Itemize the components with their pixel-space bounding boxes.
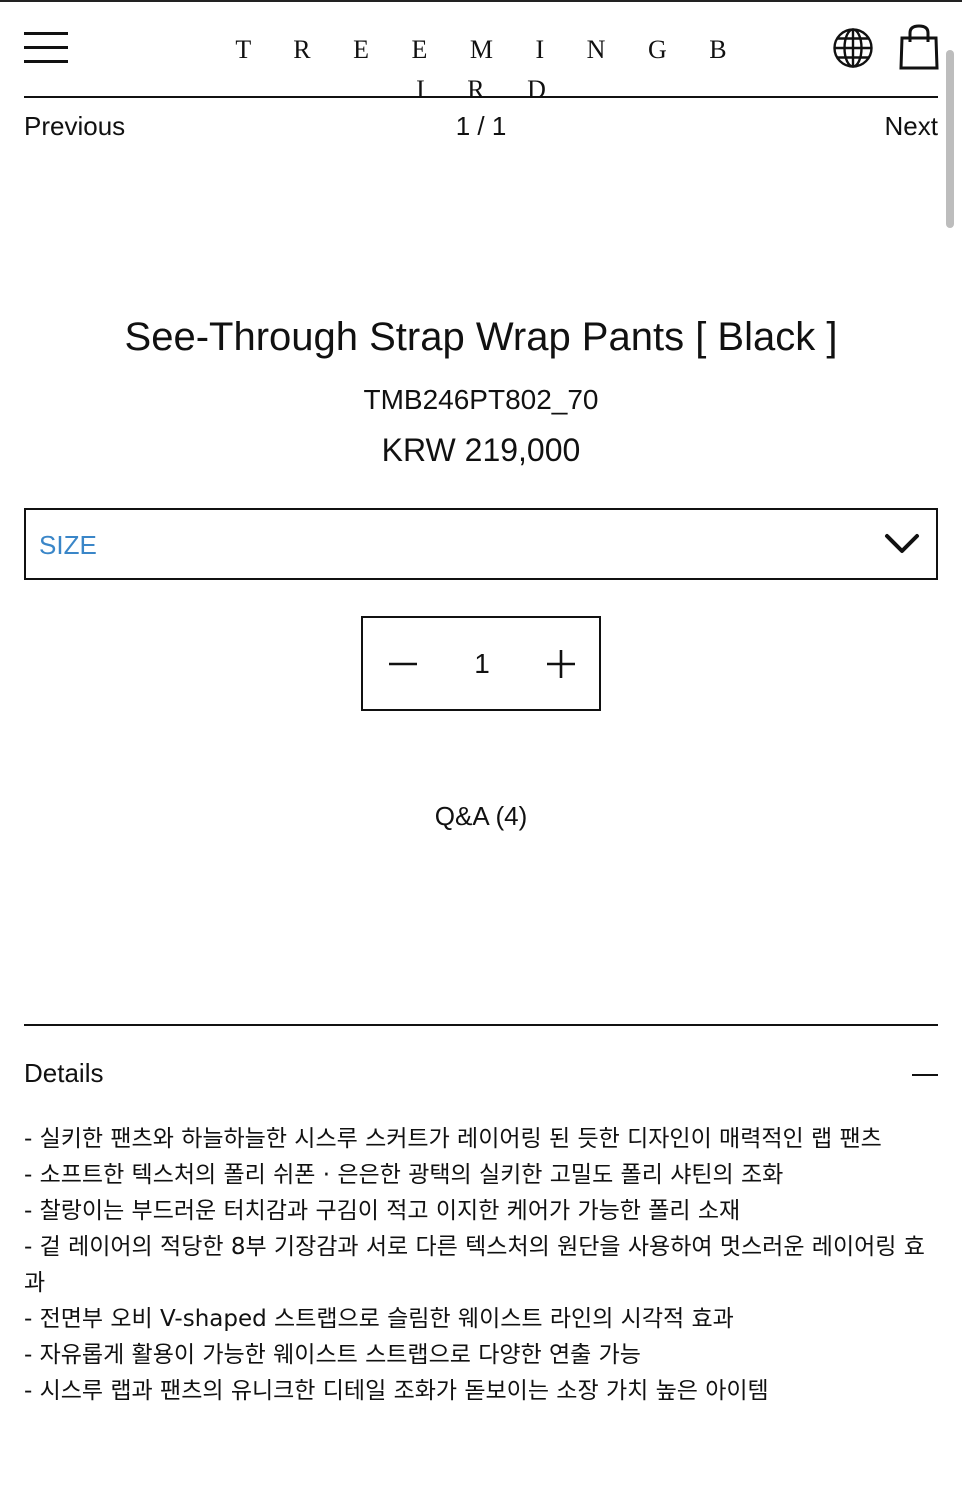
- details-item: - 자유롭게 활용이 가능한 웨이스트 스트랩으로 다양한 연출 가능: [24, 1342, 641, 1368]
- details-list: - 실키한 팬츠와 하늘하늘한 시스루 스커트가 레이어링 된 듯한 디자인이 …: [24, 1121, 938, 1409]
- quantity-stepper: 1: [361, 616, 601, 711]
- site-header: T R E E M I N G B I R D: [0, 0, 962, 104]
- product-title: See-Through Strap Wrap Pants [ Black ]: [124, 315, 838, 359]
- collapse-minus-icon[interactable]: [912, 1074, 938, 1076]
- quantity-value[interactable]: 1: [443, 644, 521, 684]
- details-item: - 전면부 오비 V-shaped 스트랩으로 슬림한 웨이스트 라인의 시각적…: [24, 1306, 734, 1332]
- details-toggle[interactable]: Details: [24, 1054, 103, 1092]
- shopping-bag-icon[interactable]: [898, 24, 940, 70]
- chevron-down-icon: [884, 530, 920, 558]
- scrollbar-thumb[interactable]: [946, 50, 954, 228]
- product-price: KRW 219,000: [381, 432, 581, 468]
- details-item: - 시스루 랩과 팬츠의 유니크한 디테일 조화가 돋보이는 소장 가치 높은 …: [24, 1378, 769, 1404]
- header-divider: [24, 96, 938, 98]
- previous-link[interactable]: Previous: [24, 108, 125, 144]
- globe-icon[interactable]: [832, 27, 874, 69]
- minus-icon[interactable]: [377, 636, 429, 692]
- next-link[interactable]: Next: [885, 108, 938, 144]
- details-item: - 찰랑이는 부드러운 터치감과 구김이 적고 이지한 케어가 가능한 폴리 소…: [24, 1198, 741, 1224]
- size-select[interactable]: SIZE: [24, 508, 938, 580]
- section-divider: [24, 1024, 938, 1026]
- size-select-label: SIZE: [39, 530, 97, 560]
- hamburger-menu-icon[interactable]: [24, 32, 68, 64]
- product-code: TMB246PT802_70: [363, 384, 599, 415]
- qna-link[interactable]: Q&A (4): [0, 798, 962, 834]
- plus-icon[interactable]: [535, 636, 587, 692]
- details-item: - 소프트한 텍스처의 폴리 쉬폰 · 은은한 광택의 실키한 고밀도 폴리 샤…: [24, 1162, 784, 1188]
- details-item: - 실키한 팬츠와 하늘하늘한 시스루 스커트가 레이어링 된 듯한 디자인이 …: [24, 1126, 882, 1152]
- page-counter: 1 / 1: [455, 111, 507, 141]
- brand-logo[interactable]: T R E E M I N G B I R D: [200, 30, 762, 104]
- details-item: - 겉 레이어의 적당한 8부 기장감과 서로 다른 텍스처의 원단을 사용하여…: [24, 1234, 925, 1296]
